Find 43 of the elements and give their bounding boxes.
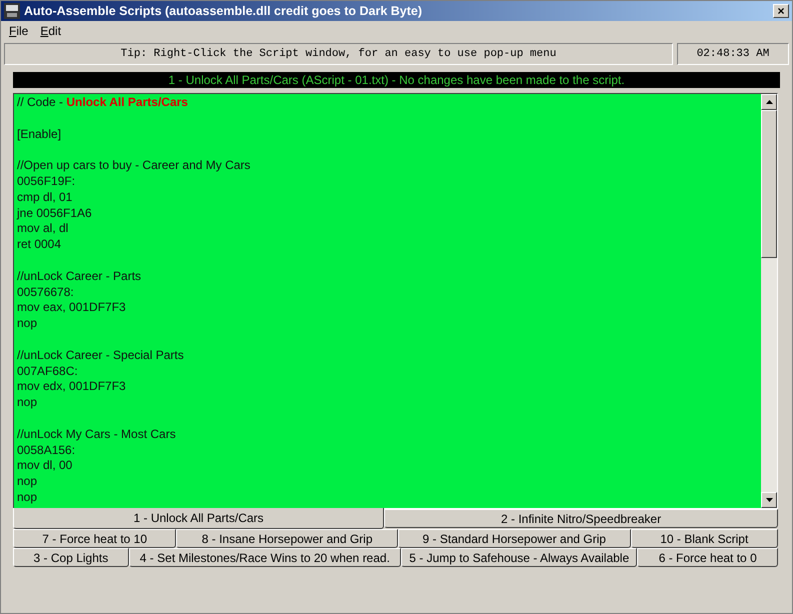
code-line: //unLock Career - Parts <box>17 268 142 283</box>
code-line: mov al, dl <box>17 221 68 236</box>
scroll-thumb[interactable] <box>761 110 777 258</box>
code-line: jne 0056F1A6 <box>17 206 92 220</box>
script-tab[interactable]: 4 - Set Milestones/Race Wins to 20 when read. <box>128 548 401 567</box>
tip-bar: Tip: Right-Click the Script window, for an easy to use pop-up menu <box>4 43 673 65</box>
code-line: 007AF68C: <box>17 364 78 378</box>
code-line: //Open up cars to buy - Career and My Cars <box>17 158 250 172</box>
code-line: ret 0004 <box>17 237 62 252</box>
scroll-down-icon[interactable] <box>761 492 777 508</box>
code-line: mov eax, 001DF7F3 <box>17 300 126 314</box>
code-line: nop <box>17 490 38 504</box>
code-line: [Enable] <box>17 126 62 141</box>
menu-item[interactable]: Edit <box>40 24 62 38</box>
script-tab[interactable]: 5 - Jump to Safehouse - Always Available <box>400 548 638 567</box>
menu-item[interactable]: File <box>9 24 28 38</box>
code-line: nop <box>17 474 38 488</box>
code-line: mov edx, 001DF7F3 <box>17 379 126 394</box>
code-line: nop <box>17 395 38 410</box>
script-tab[interactable]: 1 - Unlock All Parts/Cars <box>13 508 384 529</box>
script-caption: 1 - Unlock All Parts/Cars (AScript - 01.txt) - No changes have been made to the script. <box>13 72 780 88</box>
code-line: mov dl, 00 <box>17 458 72 472</box>
scrollbar[interactable] <box>761 94 777 508</box>
code-line: 0056F19F: <box>17 174 76 188</box>
code-line: // Code - Unlock All Parts/Cars <box>17 95 188 109</box>
code-line: //unLock My Cars - Most Cars <box>17 426 176 441</box>
app-icon <box>4 3 20 19</box>
script-tab[interactable]: 8 - Insane Horsepower and Grip <box>176 529 398 548</box>
code-line: 0058A156: <box>17 442 76 457</box>
code-line: cmp dl, 01 <box>17 190 72 204</box>
code-line: //unLock Career - Special Parts <box>17 348 184 362</box>
clock-panel: 02:48:33 AM <box>677 43 789 65</box>
script-tab[interactable]: 7 - Force heat to 10 <box>13 529 176 548</box>
code-line: 00576678: <box>17 284 74 299</box>
scroll-up-icon[interactable] <box>761 94 777 110</box>
close-button[interactable]: × <box>773 4 789 18</box>
script-tab[interactable]: 9 - Standard Horsepower and Grip <box>398 529 631 548</box>
script-tab[interactable]: 10 - Blank Script <box>630 529 778 548</box>
script-tab[interactable]: 6 - Force heat to 0 <box>637 548 778 567</box>
script-tab[interactable]: 3 - Cop Lights <box>13 548 129 567</box>
code-line: nop <box>17 316 38 330</box>
window-title: Auto-Assemble Scripts (autoassemble.dll credit goes to Dark Byte) <box>24 4 424 18</box>
script-tab[interactable]: 2 - Infinite Nitro/Speedbreaker <box>384 509 778 528</box>
